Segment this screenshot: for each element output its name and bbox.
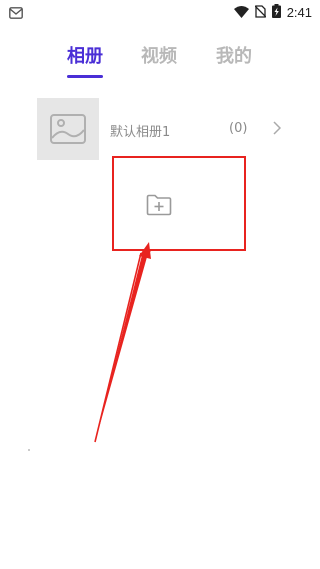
decorative-dot	[28, 449, 30, 451]
annotation-arrow	[94, 242, 152, 443]
